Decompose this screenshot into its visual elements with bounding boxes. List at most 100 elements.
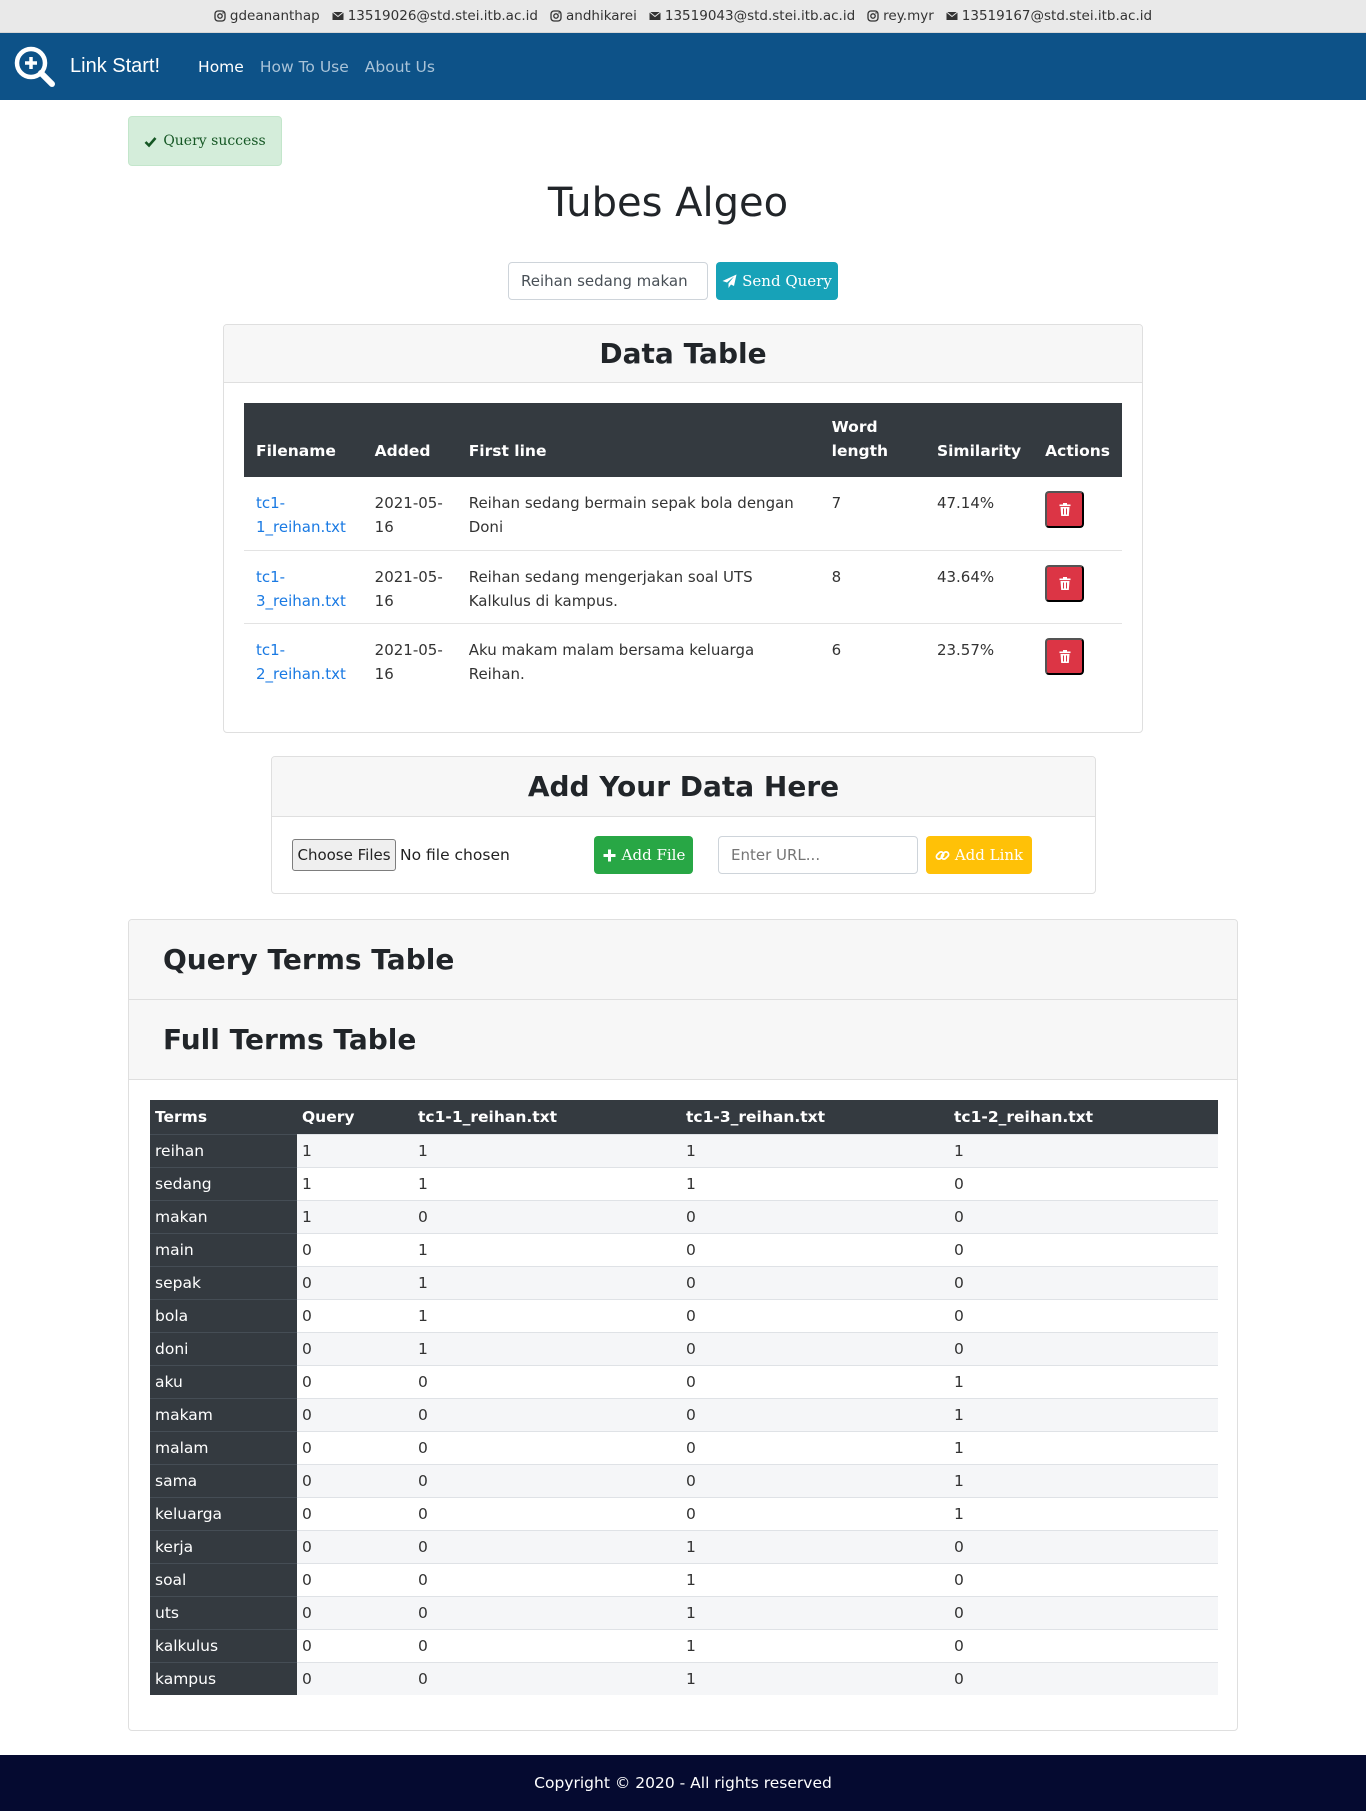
- filename-link[interactable]: tc1-1_reihan.txt: [256, 494, 346, 536]
- query-terms-title[interactable]: Query Terms Table: [129, 920, 1237, 1000]
- footer: Copyright © 2020 - All rights reserved: [0, 1755, 1366, 1811]
- table-row: reihan 1 1 1 1: [150, 1133, 1218, 1167]
- count-cell: 1: [413, 1331, 681, 1365]
- table-row: bola 0 1 0 0: [150, 1298, 1218, 1332]
- count-cell: 1: [949, 1133, 1218, 1167]
- word-length-cell: 7: [831, 494, 842, 512]
- link-icon: [935, 850, 950, 860]
- count-cell: 0: [297, 1430, 413, 1464]
- brand-link[interactable]: Link Start!: [14, 46, 160, 88]
- word-length-cell: 8: [819, 549, 925, 623]
- add-file-button[interactable]: Add File: [594, 836, 693, 874]
- term-cell: kalkulus: [150, 1628, 297, 1662]
- count-cell: 0: [949, 1331, 1218, 1365]
- send-query-button[interactable]: Send Query: [716, 262, 838, 300]
- count-cell: 1: [297, 1166, 413, 1200]
- word-length-cell: 6: [819, 622, 925, 696]
- count-cell: 0: [297, 1628, 413, 1662]
- table-row: sedang 1 1 1 0: [150, 1166, 1218, 1200]
- page-title: Tubes Algeo: [547, 180, 789, 226]
- query-input[interactable]: [508, 262, 708, 300]
- count-cell: 1: [681, 1661, 949, 1695]
- filename-link[interactable]: tc1-2_reihan.txt: [256, 641, 346, 683]
- table-row: kalkulus 0 0 1 0: [150, 1628, 1218, 1662]
- count-cell: 0: [297, 1595, 413, 1629]
- contact-text: 13519026@std.stei.itb.ac.id: [347, 8, 538, 24]
- table-row: kampus 0 0 1 0: [150, 1661, 1218, 1695]
- count-cell: 1: [949, 1463, 1218, 1497]
- contact-email[interactable]: 13519043@std.stei.itb.ac.id: [649, 8, 855, 24]
- nav-about-us[interactable]: About Us: [365, 58, 435, 76]
- terms-card: Query Terms Table Full Terms Table Terms…: [128, 919, 1238, 1731]
- count-cell: 0: [413, 1364, 681, 1398]
- choose-files-button[interactable]: Choose Files: [292, 839, 396, 871]
- count-cell: 0: [681, 1298, 949, 1332]
- count-cell: 0: [297, 1298, 413, 1332]
- column-header: Added: [362, 403, 457, 477]
- contact-instagram[interactable]: andhikarei: [550, 8, 637, 24]
- contact-instagram[interactable]: gdeananthap: [214, 8, 320, 24]
- delete-button[interactable]: [1045, 491, 1085, 528]
- count-cell: 0: [297, 1562, 413, 1596]
- plus-icon: [603, 849, 616, 861]
- trash-icon: [1059, 649, 1071, 663]
- contact-email[interactable]: 13519026@std.stei.itb.ac.id: [331, 8, 538, 24]
- envelope-icon: [331, 11, 344, 20]
- table-row: uts 0 0 1 0: [150, 1595, 1218, 1629]
- navbar: Link Start! Home How To Use About Us: [0, 33, 1366, 100]
- add-link-button[interactable]: Add Link: [926, 836, 1032, 874]
- brand-name: Link Start!: [70, 55, 161, 77]
- file-status: No file chosen: [400, 846, 510, 864]
- table-row: sepak 0 1 0 0: [150, 1265, 1218, 1299]
- delete-button[interactable]: [1045, 564, 1085, 602]
- term-cell: main: [150, 1232, 297, 1266]
- count-cell: 1: [681, 1595, 949, 1629]
- nav-home[interactable]: Home: [198, 58, 244, 76]
- count-cell: 1: [949, 1496, 1218, 1530]
- full-terms-table: Terms Query tc1-1_reihan.txt tc1-3_reiha…: [150, 1100, 1218, 1695]
- url-input[interactable]: [718, 836, 918, 874]
- filename-link[interactable]: tc1-3_reihan.txt: [256, 568, 346, 610]
- count-cell: 0: [413, 1463, 681, 1497]
- full-terms-title[interactable]: Full Terms Table: [129, 1000, 1237, 1080]
- added-cell: 2021-05-16: [362, 549, 457, 623]
- count-cell: 0: [681, 1397, 949, 1431]
- count-cell: 0: [949, 1265, 1218, 1299]
- count-cell: 0: [681, 1463, 949, 1497]
- count-cell: 1: [949, 1430, 1218, 1464]
- contact-instagram[interactable]: rey.myr: [867, 8, 934, 24]
- table-row: makam 0 0 0 1: [150, 1397, 1218, 1431]
- count-cell: 1: [413, 1133, 681, 1167]
- term-cell: doni: [150, 1331, 297, 1365]
- contact-email[interactable]: 13519167@std.stei.itb.ac.id: [945, 8, 1152, 24]
- add-data-title: Add Your Data Here: [272, 757, 1095, 817]
- contact-text: andhikarei: [566, 8, 637, 24]
- add-data-form: Choose Files No file chosen Add File Add…: [292, 836, 1032, 874]
- add-data-card: Add Your Data Here Choose Files No file …: [271, 756, 1096, 894]
- count-cell: 0: [949, 1562, 1218, 1596]
- table-row: doni 0 1 0 0: [150, 1331, 1218, 1365]
- count-cell: 1: [413, 1298, 681, 1332]
- term-cell: sepak: [150, 1265, 297, 1299]
- column-header: Query: [297, 1100, 413, 1134]
- delete-button[interactable]: [1045, 637, 1085, 675]
- term-cell: bola: [150, 1298, 297, 1332]
- added-cell: 2021-05-16: [362, 622, 457, 696]
- column-header: First line: [456, 403, 820, 477]
- count-cell: 0: [297, 1529, 413, 1563]
- term-cell: kerja: [150, 1529, 297, 1563]
- table-header-row: Terms Query tc1-1_reihan.txt tc1-3_reiha…: [150, 1100, 1218, 1134]
- count-cell: 0: [413, 1628, 681, 1662]
- term-cell: uts: [150, 1595, 297, 1629]
- column-header: Similarity: [924, 403, 1034, 477]
- count-cell: 0: [949, 1232, 1218, 1266]
- contact-text: rey.myr: [883, 8, 934, 24]
- nav-how-to-use[interactable]: How To Use: [260, 58, 349, 76]
- success-alert: Query success: [128, 116, 282, 166]
- table-row: main 0 1 0 0: [150, 1232, 1218, 1266]
- count-cell: 0: [949, 1595, 1218, 1629]
- trash-icon: [1059, 503, 1071, 516]
- first-line-cell: Reihan sedang mengerjakan soal UTS Kalku…: [456, 549, 820, 623]
- table-row: tc1-2_reihan.txt 2021-05-16 Aku makam ma…: [244, 622, 1122, 696]
- instagram-icon: [550, 10, 562, 22]
